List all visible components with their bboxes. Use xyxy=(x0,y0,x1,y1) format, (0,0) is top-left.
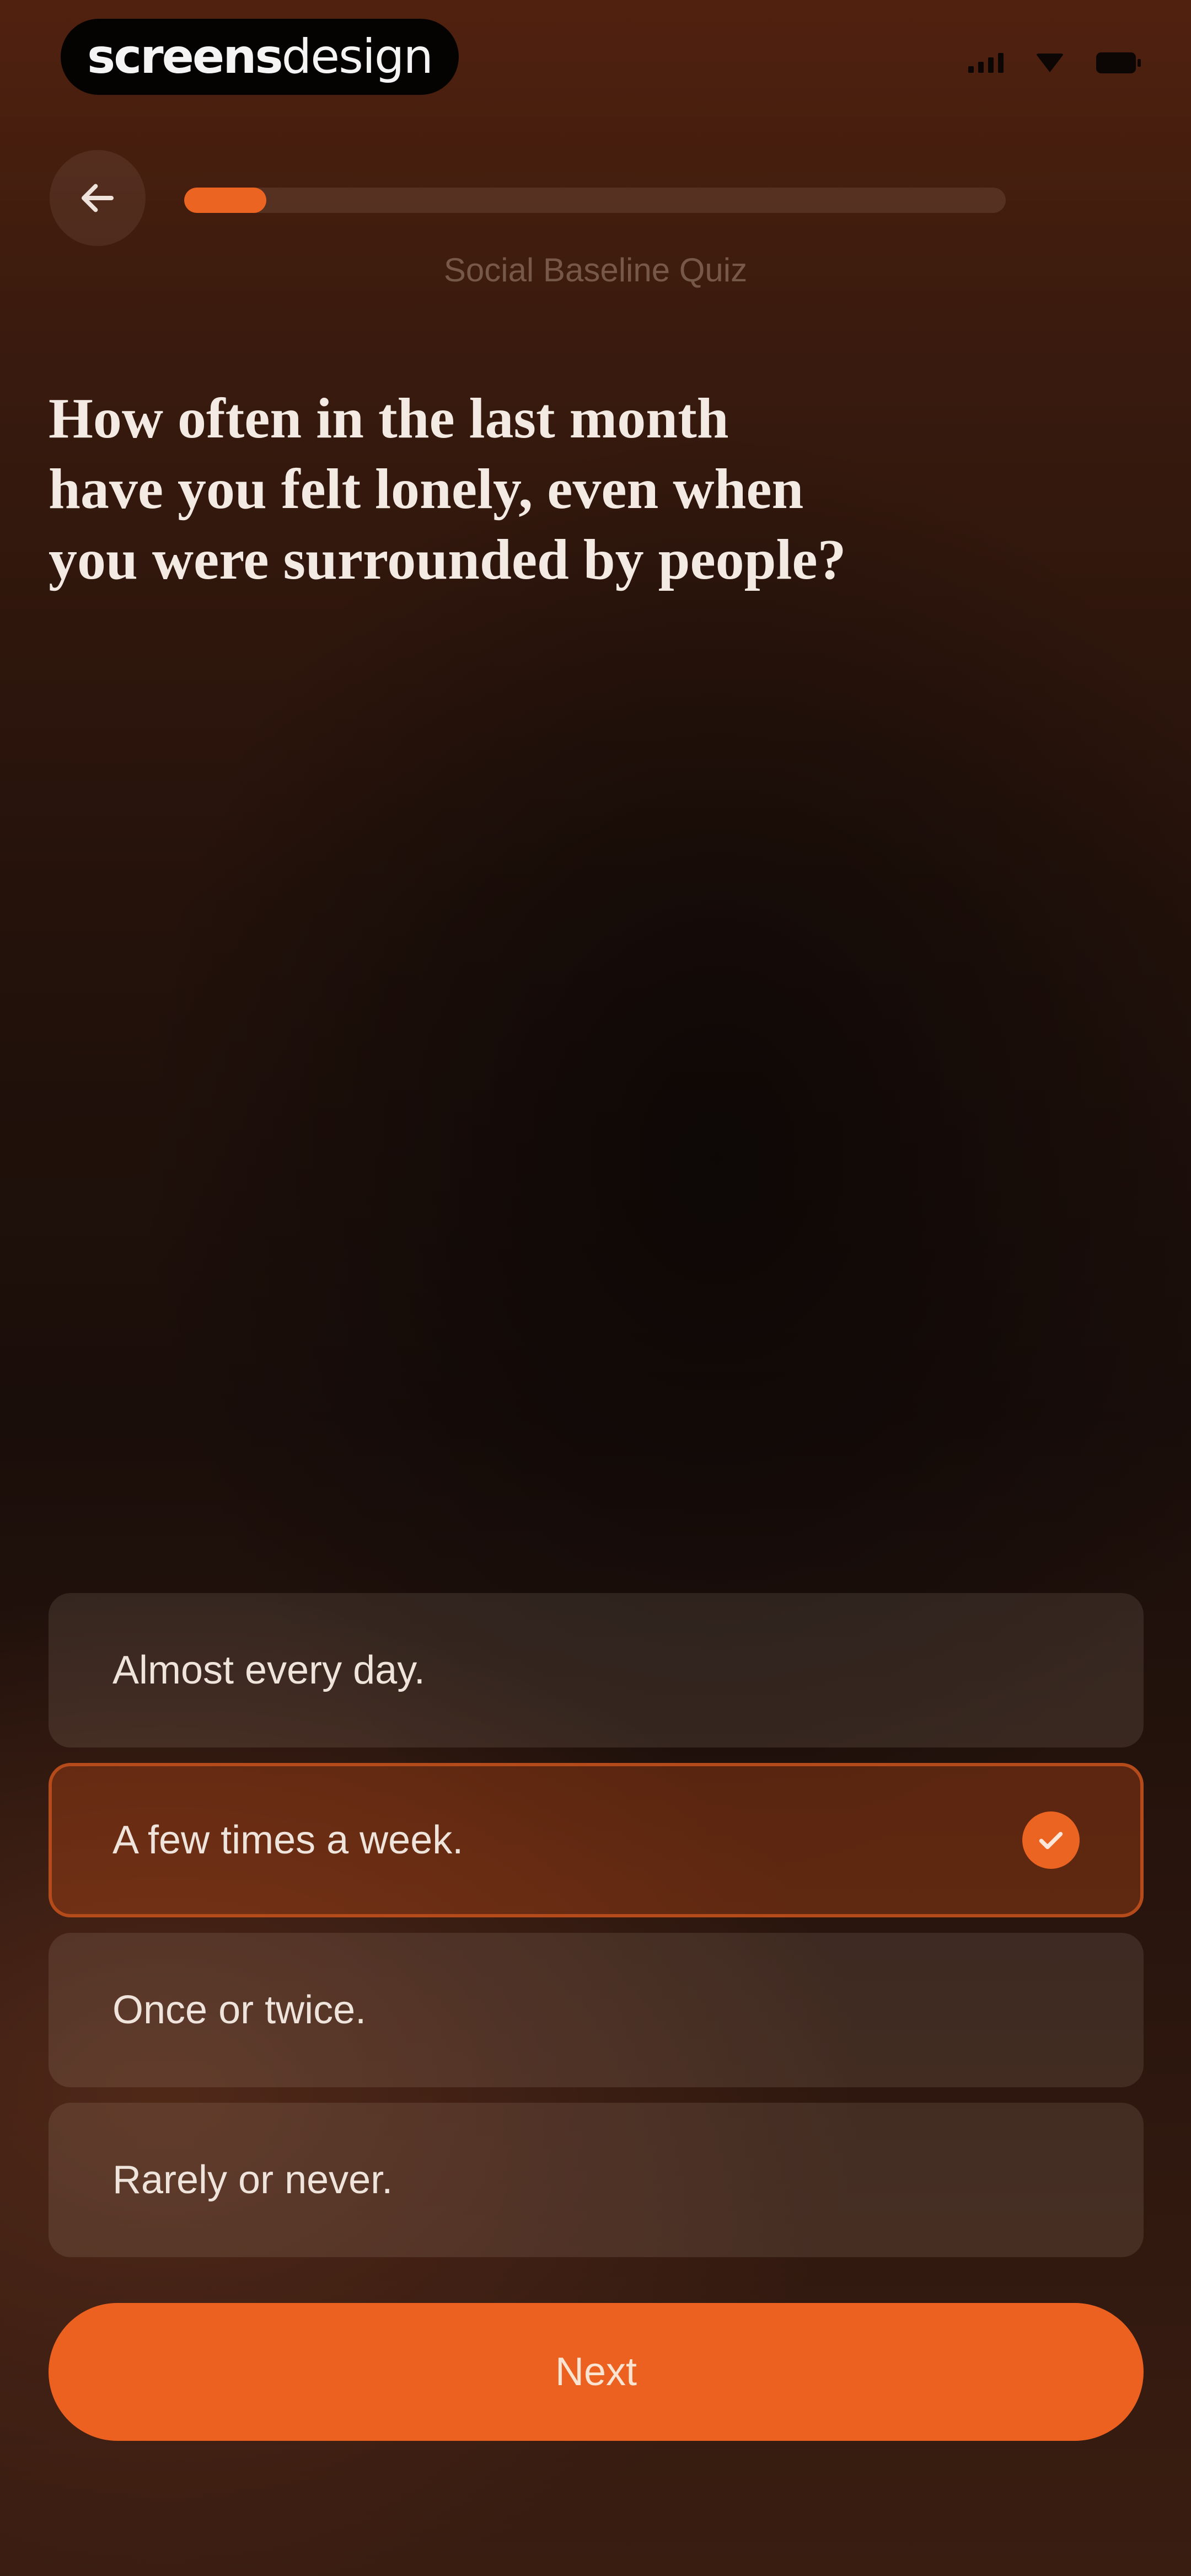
answer-options: Almost every day. A few times a week. On… xyxy=(49,1593,1144,2257)
quiz-title: Social Baseline Quiz xyxy=(443,252,748,288)
logo-text-light: design xyxy=(281,29,433,84)
wifi-icon xyxy=(1036,54,1064,72)
answer-option-label: Almost every day. xyxy=(112,1648,425,1692)
back-button[interactable] xyxy=(50,150,146,246)
cellular-signal-icon xyxy=(968,53,1004,73)
quiz-screen: screens design Social Baseline Quiz How o… xyxy=(0,0,1191,2576)
answer-option[interactable]: Once or twice. xyxy=(49,1933,1144,2087)
answer-option-label: A few times a week. xyxy=(112,1818,464,1862)
answer-option-label: Rarely or never. xyxy=(112,2158,393,2202)
quiz-progress-fill xyxy=(184,188,266,213)
battery-icon xyxy=(1096,52,1141,73)
status-icons xyxy=(968,52,1141,73)
quiz-progress-bar xyxy=(184,188,1006,213)
check-circle-icon xyxy=(1022,1811,1080,1869)
screensdesign-logo: screens design xyxy=(61,19,459,95)
question-text: How often in the last month have you fel… xyxy=(49,387,846,591)
answer-option-label: Once or twice. xyxy=(112,1988,367,2032)
answer-option[interactable]: Almost every day. xyxy=(49,1593,1144,1747)
logo-text-strong: screens xyxy=(87,29,283,84)
arrow-left-icon xyxy=(81,184,114,212)
answer-option[interactable]: A few times a week. xyxy=(49,1763,1144,1917)
answer-option[interactable]: Rarely or never. xyxy=(49,2103,1144,2257)
next-button[interactable]: Next xyxy=(49,2303,1144,2441)
